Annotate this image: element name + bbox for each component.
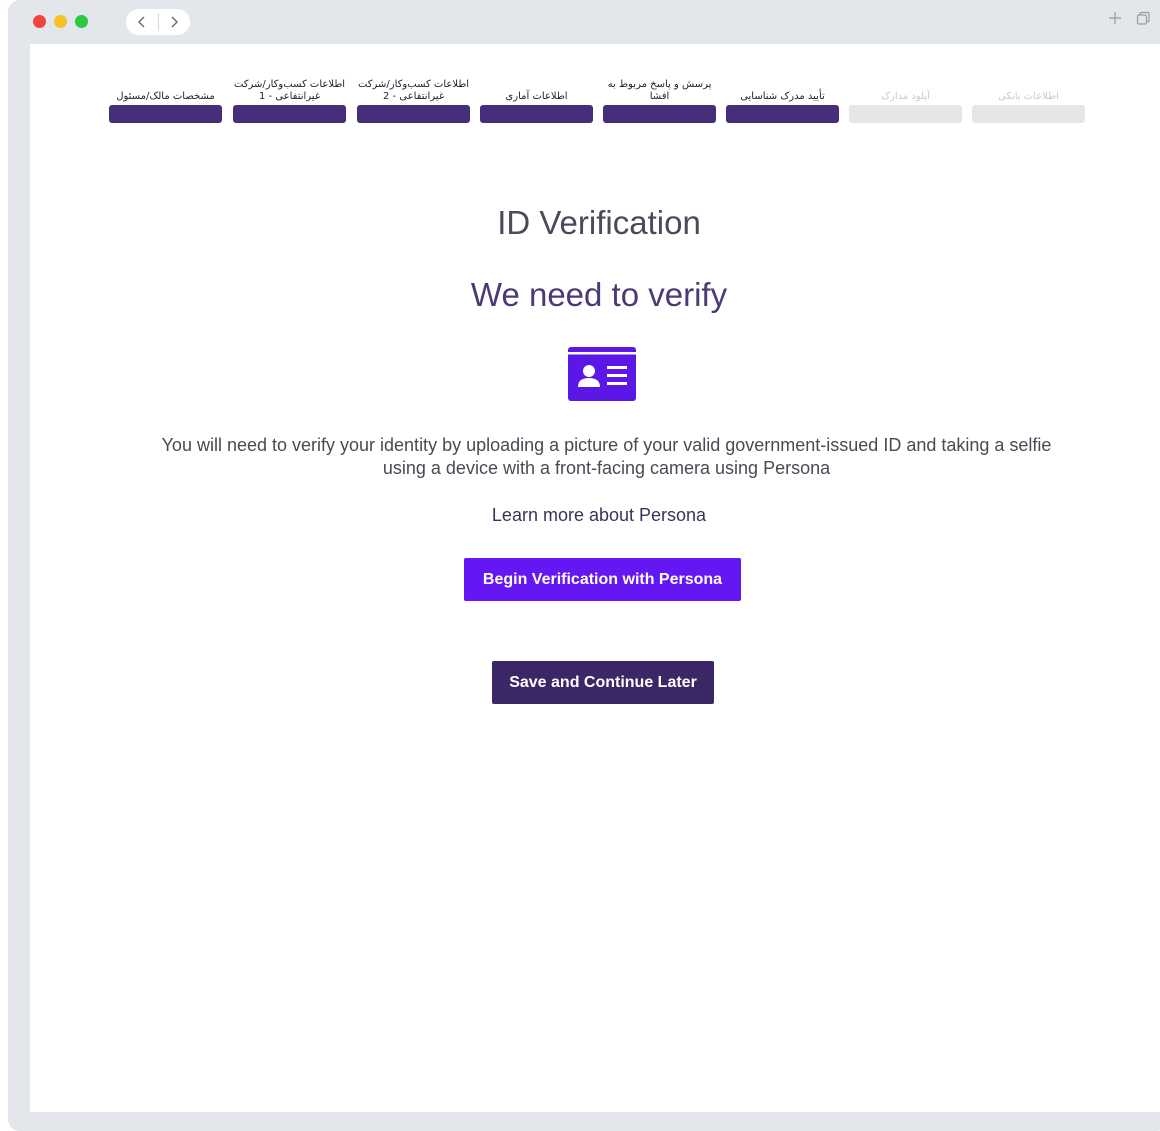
plus-icon (1109, 12, 1121, 24)
step-progress-bar (480, 105, 593, 123)
navigation-buttons (126, 9, 190, 35)
step-label: اطلاعات بانکی (998, 91, 1059, 102)
minimize-window-button[interactable] (54, 15, 67, 28)
step-progress-bar (972, 105, 1085, 123)
new-tab-button[interactable] (1108, 10, 1122, 29)
step-label: آپلود مدارک (881, 91, 930, 102)
forward-button[interactable] (159, 9, 191, 35)
begin-verification-button[interactable]: Begin Verification with Persona (464, 558, 741, 601)
page-title: ID Verification (497, 204, 701, 241)
page-subtitle: We need to verify (470, 276, 728, 313)
step-label: پرسش و پاسخ مربوط به افشا (607, 79, 712, 102)
tab-controls (1108, 10, 1150, 29)
step-progress-bar (603, 105, 716, 123)
step-label: اطلاعات کسب‌وکار/شرکت غیرانتفاعی - 1 (233, 79, 346, 102)
back-button[interactable] (126, 9, 158, 35)
learn-more-link[interactable]: Learn more about Persona (30, 505, 1160, 526)
step-progress-bar (357, 105, 470, 123)
chevron-left-icon (137, 16, 145, 28)
step-progress-bar (849, 105, 962, 123)
step-owner-details[interactable]: مشخصات مالک/مسئول (109, 57, 222, 123)
step-label: مشخصات مالک/مسئول (116, 91, 215, 102)
step-business-info-2[interactable]: اطلاعات کسب‌وکار/شرکت غیرانتفاعی - 2 (357, 57, 470, 123)
step-bank-info: اطلاعات بانکی (972, 57, 1085, 123)
save-continue-later-button[interactable]: Save and Continue Later (492, 661, 714, 704)
step-progress-bar (726, 105, 839, 123)
chevron-right-icon (171, 16, 179, 28)
step-label: اطلاعات آماری (505, 91, 568, 102)
page-content: مشخصات مالک/مسئول اطلاعات کسب‌وکار/شرکت … (30, 44, 1160, 1112)
onboarding-stepper: مشخصات مالک/مسئول اطلاعات کسب‌وکار/شرکت … (109, 57, 1089, 123)
step-label: اطلاعات کسب‌وکار/شرکت غیرانتفاعی - 2 (357, 79, 470, 102)
browser-titlebar (8, 0, 1160, 44)
id-card-icon (568, 347, 636, 401)
tabs-icon (1136, 11, 1150, 25)
close-window-button[interactable] (33, 15, 46, 28)
step-progress-bar (109, 105, 222, 123)
tabs-overview-button[interactable] (1136, 10, 1150, 29)
step-document-upload: آپلود مدارک (849, 57, 962, 123)
step-progress-bar (233, 105, 346, 123)
step-id-verification[interactable]: تأیید مدرک شناسایی (726, 57, 839, 123)
step-business-info-1[interactable]: اطلاعات کسب‌وکار/شرکت غیرانتفاعی - 1 (233, 57, 346, 123)
step-disclosure-qa[interactable]: پرسش و پاسخ مربوط به افشا (603, 57, 716, 123)
maximize-window-button[interactable] (75, 15, 88, 28)
browser-window: مشخصات مالک/مسئول اطلاعات کسب‌وکار/شرکت … (8, 0, 1160, 1131)
step-statistical-info[interactable]: اطلاعات آماری (480, 57, 593, 123)
verification-description: You will need to verify your identity by… (161, 435, 1052, 478)
step-label: تأیید مدرک شناسایی (740, 91, 825, 102)
